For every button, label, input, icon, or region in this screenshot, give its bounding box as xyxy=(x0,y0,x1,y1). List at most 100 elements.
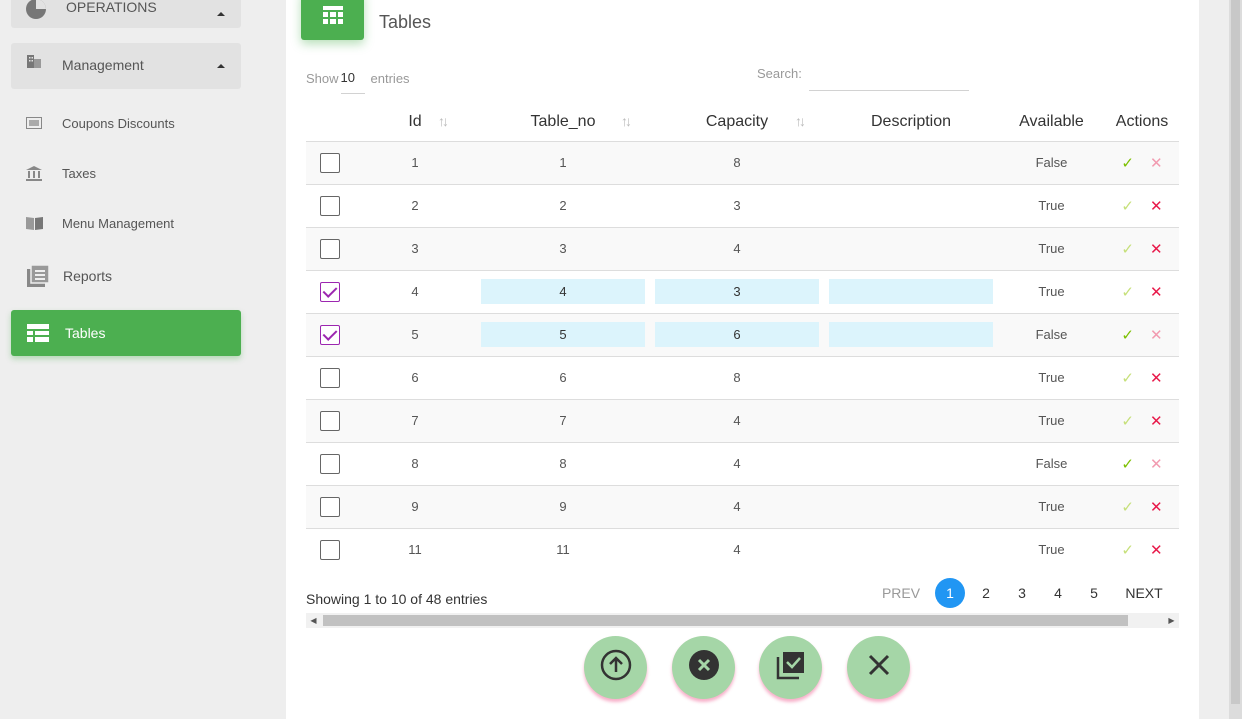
capacity-edit-field[interactable]: 6 xyxy=(655,322,819,347)
row-checkbox[interactable] xyxy=(320,367,340,388)
description-edit-field[interactable] xyxy=(829,279,993,304)
table-row[interactable]: 5 5 6 False ✓ ✕ xyxy=(306,312,1179,356)
upload-button[interactable] xyxy=(584,636,647,699)
id-cell: 9 xyxy=(354,484,476,528)
select-cell xyxy=(306,226,354,270)
set-available-icon[interactable]: ✓ xyxy=(1121,413,1134,430)
entries-select[interactable]: 10 xyxy=(340,70,365,94)
set-unavailable-icon[interactable]: ✕ xyxy=(1150,370,1163,387)
column-header-description[interactable]: Description xyxy=(824,104,998,141)
sidebar-item-label: Menu Management xyxy=(62,215,175,231)
sidebar-item-label: Tables xyxy=(65,325,106,341)
prev-page-button[interactable]: PREV xyxy=(875,578,927,608)
set-unavailable-icon[interactable]: ✕ xyxy=(1150,241,1163,258)
select-cell xyxy=(306,484,354,528)
set-available-icon[interactable]: ✓ xyxy=(1121,284,1134,301)
sidebar-item-coupons-discounts[interactable]: Coupons Discounts xyxy=(11,100,241,146)
row-checkbox[interactable] xyxy=(320,238,340,259)
cancel-selected-button[interactable] xyxy=(672,636,735,699)
column-header-capacity[interactable]: Capacity ↑↓ xyxy=(650,104,824,141)
sidebar-item-menu-management[interactable]: Menu Management xyxy=(11,200,241,246)
header-table-icon xyxy=(301,0,364,40)
set-available-icon[interactable]: ✓ xyxy=(1121,542,1134,559)
row-checkbox[interactable] xyxy=(320,453,340,474)
actions-cell: ✓ ✕ xyxy=(1105,398,1179,442)
set-available-icon[interactable]: ✓ xyxy=(1121,456,1134,473)
table-row[interactable]: 1 1 8 False ✓ ✕ xyxy=(306,140,1179,184)
sidebar-group-label: Management xyxy=(62,57,144,73)
set-available-icon[interactable]: ✓ xyxy=(1121,499,1134,516)
select-column-header xyxy=(306,104,354,141)
set-unavailable-icon[interactable]: ✕ xyxy=(1150,198,1163,215)
table-row[interactable]: 9 9 4 True ✓ ✕ xyxy=(306,484,1179,528)
scroll-right-icon[interactable]: ▶ xyxy=(1164,613,1179,628)
select-cell xyxy=(306,527,354,571)
row-checkbox[interactable] xyxy=(320,152,340,173)
actions-cell: ✓ ✕ xyxy=(1105,226,1179,270)
set-available-icon[interactable]: ✓ xyxy=(1121,155,1134,172)
scrollbar-thumb[interactable] xyxy=(323,615,1128,626)
column-header-id[interactable]: Id ↑↓ xyxy=(354,104,476,141)
page-button-2[interactable]: 2 xyxy=(971,578,1001,608)
table-row[interactable]: 3 3 4 True ✓ ✕ xyxy=(306,226,1179,270)
column-header-available[interactable]: Available xyxy=(998,104,1105,141)
row-checkbox[interactable] xyxy=(320,195,340,216)
close-button[interactable] xyxy=(847,636,910,699)
table-row[interactable]: 6 6 8 True ✓ ✕ xyxy=(306,355,1179,399)
set-available-icon[interactable]: ✓ xyxy=(1121,198,1134,215)
page-button-4[interactable]: 4 xyxy=(1043,578,1073,608)
row-checkbox[interactable] xyxy=(320,539,340,560)
table-header-row: Id ↑↓ Table_no ↑↓ Capacity ↑↓ Description A… xyxy=(306,104,1179,141)
row-checkbox[interactable] xyxy=(320,281,340,302)
page-button-1[interactable]: 1 xyxy=(935,578,965,608)
capacity-edit-field[interactable]: 3 xyxy=(655,279,819,304)
next-page-button[interactable]: NEXT xyxy=(1117,578,1171,608)
sidebar-group-management[interactable]: Management xyxy=(11,43,241,89)
search-input[interactable] xyxy=(808,66,969,91)
set-unavailable-icon[interactable]: ✕ xyxy=(1150,327,1163,344)
set-available-icon[interactable]: ✓ xyxy=(1121,327,1134,344)
set-unavailable-icon[interactable]: ✕ xyxy=(1150,499,1163,516)
page-button-3[interactable]: 3 xyxy=(1007,578,1037,608)
actions-cell: ✓ ✕ xyxy=(1105,312,1179,356)
caret-up-icon xyxy=(217,64,225,68)
description-cell xyxy=(824,226,998,270)
table-no-edit-field[interactable]: 5 xyxy=(481,322,645,347)
table-row[interactable]: 2 2 3 True ✓ ✕ xyxy=(306,183,1179,227)
set-unavailable-icon[interactable]: ✕ xyxy=(1150,542,1163,559)
select-all-button[interactable] xyxy=(759,636,822,699)
column-header-table-no[interactable]: Table_no ↑↓ xyxy=(476,104,650,141)
pagination: PREV 1 2 3 4 5 NEXT xyxy=(875,578,1171,608)
table-no-cell: 2 xyxy=(476,183,650,227)
sidebar-group-operations[interactable]: OPERATIONS xyxy=(11,0,241,28)
table-no-cell: 7 xyxy=(476,398,650,442)
table-row[interactable]: 8 8 4 False ✓ ✕ xyxy=(306,441,1179,485)
sort-icon: ↑↓ xyxy=(438,113,449,129)
set-available-icon[interactable]: ✓ xyxy=(1121,241,1134,258)
table-row[interactable]: 7 7 4 True ✓ ✕ xyxy=(306,398,1179,442)
table-row[interactable]: 4 4 3 True ✓ ✕ xyxy=(306,269,1179,313)
scroll-left-icon[interactable]: ◀ xyxy=(306,613,321,628)
row-checkbox[interactable] xyxy=(320,410,340,431)
set-unavailable-icon[interactable]: ✕ xyxy=(1150,456,1163,473)
available-cell: True xyxy=(998,183,1105,227)
table-row[interactable]: 11 11 4 True ✓ ✕ xyxy=(306,527,1179,571)
horizontal-scrollbar[interactable]: ◀ ▶ xyxy=(306,613,1179,628)
page-button-5[interactable]: 5 xyxy=(1079,578,1109,608)
set-unavailable-icon[interactable]: ✕ xyxy=(1150,155,1163,172)
description-edit-field[interactable] xyxy=(829,322,993,347)
scrollbar-thumb[interactable] xyxy=(1231,0,1240,704)
sort-icon: ↑↓ xyxy=(795,113,806,129)
description-cell xyxy=(824,183,998,227)
sidebar-item-tables[interactable]: Tables xyxy=(11,310,241,356)
row-checkbox[interactable] xyxy=(320,496,340,517)
row-checkbox[interactable] xyxy=(320,324,340,345)
table-no-edit-field[interactable]: 4 xyxy=(481,279,645,304)
set-unavailable-icon[interactable]: ✕ xyxy=(1150,284,1163,301)
sidebar-item-reports[interactable]: Reports xyxy=(11,253,241,299)
set-unavailable-icon[interactable]: ✕ xyxy=(1150,413,1163,430)
sidebar-item-taxes[interactable]: Taxes xyxy=(11,150,241,196)
vertical-scrollbar[interactable] xyxy=(1229,0,1242,719)
set-available-icon[interactable]: ✓ xyxy=(1121,370,1134,387)
ticket-icon xyxy=(19,117,49,129)
